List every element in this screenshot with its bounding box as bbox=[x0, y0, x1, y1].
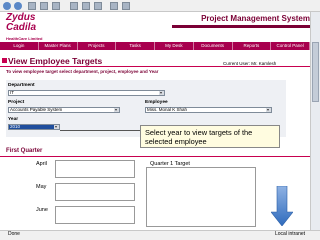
callout-tooltip: Select year to view targets of the selec… bbox=[140, 125, 280, 148]
page-scrollbar[interactable] bbox=[310, 12, 320, 230]
back-icon[interactable] bbox=[3, 2, 11, 10]
callout-pointer bbox=[60, 130, 140, 131]
system-title-bar bbox=[172, 25, 310, 28]
main-nav: Login Master Plans Projects Tasks My Des… bbox=[0, 42, 310, 50]
year-label: Year bbox=[8, 117, 19, 122]
print-icon[interactable] bbox=[122, 2, 130, 10]
browser-toolbar bbox=[0, 0, 320, 12]
page-title-icon bbox=[2, 58, 7, 63]
june-target-input[interactable] bbox=[55, 206, 135, 224]
chevron-down-icon bbox=[54, 125, 59, 129]
system-title: Project Management System bbox=[201, 14, 310, 23]
quarter-target-box[interactable] bbox=[146, 167, 256, 227]
nav-item-login[interactable]: Login bbox=[0, 42, 39, 50]
instruction-text: To view employee target select departmen… bbox=[6, 69, 159, 74]
home-icon[interactable] bbox=[52, 2, 60, 10]
favorites-icon[interactable] bbox=[82, 2, 90, 10]
nav-item-reports[interactable]: Reports bbox=[233, 42, 272, 50]
department-select[interactable]: IT bbox=[8, 90, 165, 96]
project-value: Accounts Payable System bbox=[10, 107, 63, 112]
status-zone: Local intranet bbox=[275, 231, 306, 237]
chevron-down-icon bbox=[114, 108, 119, 112]
department-value: IT bbox=[10, 90, 14, 95]
nav-item-documents[interactable]: Documents bbox=[194, 42, 233, 50]
title-divider bbox=[0, 66, 310, 67]
quarter-divider bbox=[0, 156, 310, 157]
employee-label: Employee bbox=[145, 100, 168, 105]
may-target-input[interactable] bbox=[55, 183, 135, 201]
department-label: Department bbox=[8, 83, 35, 88]
scroll-down-arrow-icon bbox=[271, 186, 293, 226]
nav-item-tasks[interactable]: Tasks bbox=[116, 42, 155, 50]
stop-icon[interactable] bbox=[28, 2, 36, 10]
chevron-down-icon bbox=[266, 108, 271, 112]
logo-subtitle: HealthCare Limited bbox=[6, 36, 43, 41]
month-label-may: May bbox=[36, 184, 47, 190]
mail-icon[interactable] bbox=[110, 2, 118, 10]
nav-item-master-plans[interactable]: Master Plans bbox=[39, 42, 78, 50]
search-icon[interactable] bbox=[70, 2, 78, 10]
quarter-title: First Quarter bbox=[6, 148, 43, 154]
nav-item-projects[interactable]: Projects bbox=[78, 42, 117, 50]
history-icon[interactable] bbox=[94, 2, 102, 10]
chevron-down-icon bbox=[159, 91, 164, 95]
month-label-april: April bbox=[36, 161, 48, 167]
nav-item-control-panel[interactable]: Control Panel bbox=[271, 42, 310, 50]
project-select[interactable]: Accounts Payable System bbox=[8, 107, 120, 113]
refresh-icon[interactable] bbox=[40, 2, 48, 10]
page-title: View Employee Targets bbox=[8, 56, 103, 66]
employee-value: Miss. Monal K Shah bbox=[147, 107, 188, 112]
nav-item-my-desk[interactable]: My Desk bbox=[155, 42, 194, 50]
status-done: Done bbox=[8, 231, 20, 237]
scrollbar-thumb[interactable] bbox=[312, 42, 319, 102]
year-select[interactable]: 2010 bbox=[8, 124, 60, 130]
april-target-input[interactable] bbox=[55, 160, 135, 178]
project-label: Project bbox=[8, 100, 25, 105]
forward-icon[interactable] bbox=[14, 2, 22, 10]
employee-select[interactable]: Miss. Monal K Shah bbox=[145, 107, 272, 113]
status-bar bbox=[0, 230, 320, 240]
year-value: 2010 bbox=[10, 124, 21, 129]
logo-text-line2: Cadila bbox=[6, 22, 37, 33]
month-label-june: June bbox=[36, 207, 48, 213]
